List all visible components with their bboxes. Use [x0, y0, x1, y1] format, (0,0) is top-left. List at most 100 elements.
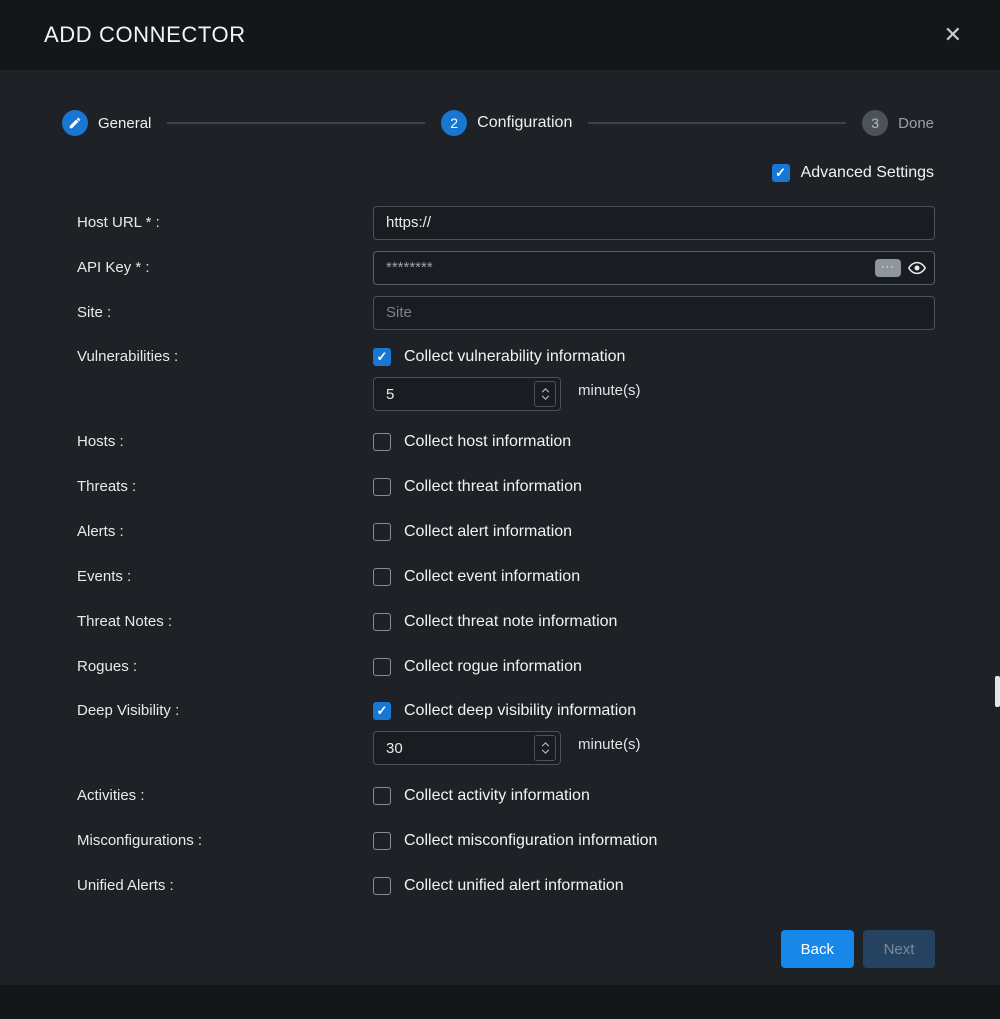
site-input[interactable]	[373, 296, 935, 330]
scrollbar-thumb[interactable]	[995, 676, 1000, 707]
stepper-arrows[interactable]	[534, 381, 556, 407]
events-checkbox-row[interactable]: Collect event information	[373, 565, 935, 589]
step-configuration-label: Configuration	[477, 114, 572, 132]
advanced-settings-label: Advanced Settings	[801, 164, 934, 182]
alerts-checkbox-row[interactable]: Collect alert information	[373, 520, 935, 544]
deep-visibility-interval-input[interactable]: 30	[373, 731, 561, 765]
events-checkbox-label: Collect event information	[404, 568, 580, 586]
api-key-label: API Key * :	[77, 259, 373, 276]
alerts-checkbox[interactable]	[373, 523, 391, 541]
api-key-input[interactable]	[373, 251, 935, 285]
step-connector-line	[167, 122, 425, 124]
activities-checkbox-label: Collect activity information	[404, 787, 590, 805]
threat-notes-checkbox[interactable]	[373, 613, 391, 631]
activities-checkbox-row[interactable]: Collect activity information	[373, 784, 935, 808]
wizard-stepper: General 2 Configuration 3 Done	[0, 70, 1000, 136]
activities-label: Activities :	[77, 787, 373, 804]
deep-visibility-interval-row: 30 minute(s)	[373, 723, 935, 765]
unified-alerts-checkbox[interactable]	[373, 877, 391, 895]
field-row-misconfigurations: Misconfigurations : Collect misconfigura…	[77, 818, 935, 863]
step-connector-line	[588, 122, 846, 124]
connector-form: Host URL * : API Key * : ···	[0, 182, 1000, 908]
unified-alerts-label: Unified Alerts :	[77, 877, 373, 894]
pencil-icon	[68, 116, 82, 130]
deep-visibility-checkbox-row[interactable]: ✓ Collect deep visibility information	[373, 699, 935, 723]
modal-title: ADD CONNECTOR	[44, 22, 246, 48]
step-general-circle[interactable]	[62, 110, 88, 136]
site-label: Site :	[77, 304, 373, 321]
field-row-site: Site :	[77, 290, 935, 335]
threat-notes-label: Threat Notes :	[77, 613, 373, 630]
misconfigurations-checkbox-row[interactable]: Collect misconfiguration information	[373, 829, 935, 853]
misconfigurations-checkbox-label: Collect misconfiguration information	[404, 832, 657, 850]
stepper-arrows[interactable]	[534, 735, 556, 761]
chevron-down-icon[interactable]	[541, 749, 550, 754]
field-row-threat-notes: Threat Notes : Collect threat note infor…	[77, 599, 935, 644]
next-button[interactable]: Next	[863, 930, 935, 968]
deep-visibility-interval-suffix: minute(s)	[578, 736, 641, 753]
rogues-checkbox-label: Collect rogue information	[404, 658, 582, 676]
step-done-label: Done	[898, 115, 934, 132]
hosts-label: Hosts :	[77, 433, 373, 450]
field-row-vulnerabilities: Vulnerabilities : ✓ Collect vulnerabilit…	[77, 345, 935, 411]
alerts-label: Alerts :	[77, 523, 373, 540]
hosts-checkbox-row[interactable]: Collect host information	[373, 430, 935, 454]
step-general[interactable]: General	[62, 110, 151, 136]
field-row-rogues: Rogues : Collect rogue information	[77, 644, 935, 689]
threats-checkbox-row[interactable]: Collect threat information	[373, 475, 935, 499]
chevron-up-icon[interactable]	[541, 388, 550, 393]
step-configuration-circle[interactable]: 2	[441, 110, 467, 136]
vulnerabilities-checkbox[interactable]: ✓	[373, 348, 391, 366]
eye-icon[interactable]	[907, 258, 927, 278]
hosts-checkbox-label: Collect host information	[404, 433, 571, 451]
field-row-threats: Threats : Collect threat information	[77, 464, 935, 509]
modal-footer: Back Next	[0, 908, 1000, 968]
rogues-checkbox[interactable]	[373, 658, 391, 676]
api-key-wrap: ···	[373, 251, 935, 285]
deep-visibility-checkbox[interactable]: ✓	[373, 702, 391, 720]
field-row-hosts: Hosts : Collect host information	[77, 419, 935, 464]
chevron-down-icon[interactable]	[541, 395, 550, 400]
close-icon[interactable]: ✕	[940, 20, 966, 50]
threats-label: Threats :	[77, 478, 373, 495]
unified-alerts-checkbox-row[interactable]: Collect unified alert information	[373, 874, 935, 898]
vulnerabilities-interval-input[interactable]: 5	[373, 377, 561, 411]
events-checkbox[interactable]	[373, 568, 391, 586]
deep-visibility-label: Deep Visibility :	[77, 699, 373, 719]
vulnerabilities-interval-row: 5 minute(s)	[373, 369, 935, 411]
threat-notes-checkbox-row[interactable]: Collect threat note information	[373, 610, 935, 634]
host-url-label: Host URL * :	[77, 214, 373, 231]
field-row-events: Events : Collect event information	[77, 554, 935, 599]
add-connector-modal: ADD CONNECTOR ✕ General 2 Configuration …	[0, 0, 1000, 1019]
threat-notes-checkbox-label: Collect threat note information	[404, 613, 617, 631]
hosts-checkbox[interactable]	[373, 433, 391, 451]
step-done[interactable]: 3 Done	[862, 110, 934, 136]
back-button[interactable]: Back	[781, 930, 854, 968]
unified-alerts-checkbox-label: Collect unified alert information	[404, 877, 624, 895]
deep-visibility-checkbox-label: Collect deep visibility information	[404, 702, 636, 720]
deep-visibility-interval-value[interactable]: 30	[374, 740, 534, 757]
modal-body: General 2 Configuration 3 Done ✓ Advance…	[0, 70, 1000, 985]
step-done-circle[interactable]: 3	[862, 110, 888, 136]
events-label: Events :	[77, 568, 373, 585]
vulnerabilities-checkbox-row[interactable]: ✓ Collect vulnerability information	[373, 345, 935, 369]
field-row-deep-visibility: Deep Visibility : ✓ Collect deep visibil…	[77, 699, 935, 765]
vulnerabilities-interval-suffix: minute(s)	[578, 382, 641, 399]
field-row-unified-alerts: Unified Alerts : Collect unified alert i…	[77, 863, 935, 908]
activities-checkbox[interactable]	[373, 787, 391, 805]
rogues-checkbox-row[interactable]: Collect rogue information	[373, 655, 935, 679]
ellipsis-button[interactable]: ···	[875, 259, 901, 277]
host-url-input[interactable]	[373, 206, 935, 240]
alerts-checkbox-label: Collect alert information	[404, 523, 572, 541]
field-row-api-key: API Key * : ···	[77, 245, 935, 290]
advanced-settings-checkbox[interactable]: ✓	[772, 164, 790, 182]
threats-checkbox[interactable]	[373, 478, 391, 496]
step-configuration[interactable]: 2 Configuration	[441, 110, 572, 136]
vulnerabilities-interval-value[interactable]: 5	[374, 386, 534, 403]
step-general-label: General	[98, 115, 151, 132]
field-row-activities: Activities : Collect activity informatio…	[77, 773, 935, 818]
chevron-up-icon[interactable]	[541, 742, 550, 747]
misconfigurations-checkbox[interactable]	[373, 832, 391, 850]
misconfigurations-label: Misconfigurations :	[77, 832, 373, 849]
vulnerabilities-checkbox-label: Collect vulnerability information	[404, 348, 625, 366]
